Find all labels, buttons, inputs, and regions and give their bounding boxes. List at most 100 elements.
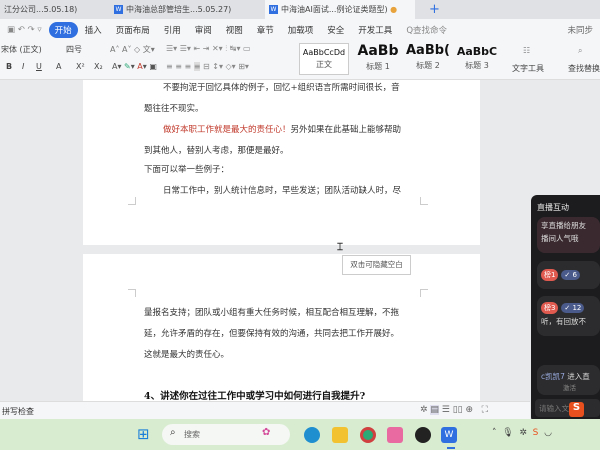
like-badge: ✓ 6 bbox=[561, 270, 580, 280]
italic-button[interactable]: I bbox=[22, 62, 24, 71]
wps-taskbar-icon[interactable]: W bbox=[441, 427, 457, 443]
sogou-ime-icon[interactable]: S bbox=[569, 402, 584, 417]
app-icon[interactable] bbox=[387, 427, 403, 443]
tab-doc-3[interactable]: W 中海油AI面试...例论证类题型) ● bbox=[265, 0, 415, 19]
user-name: c凯凯7 bbox=[541, 372, 565, 381]
style-heading-3[interactable]: AaBbC 标题 3 bbox=[453, 43, 501, 75]
live-title: 直播互动 bbox=[537, 203, 569, 212]
strikethrough-button[interactable]: A bbox=[56, 62, 61, 71]
margin-corner bbox=[420, 197, 428, 205]
wps-doc-icon: W bbox=[269, 5, 278, 14]
paragraph-line: 题往往不现实。 bbox=[144, 104, 204, 114]
style-label: 标题 3 bbox=[465, 61, 489, 70]
style-sample: AaBbCcDd bbox=[302, 48, 346, 57]
windows-start-icon[interactable]: ⊞ bbox=[137, 427, 150, 442]
paragraph-line: 不要拘泥于回忆具体的例子，回忆+组织语言所需时间很长，音 bbox=[163, 83, 400, 93]
highlighted-text: 做好本职工作就是最大的责任心！ bbox=[163, 125, 291, 135]
edge-browser-icon[interactable] bbox=[304, 427, 320, 443]
ribbon-toolbar: 宋体 (正文) 四号 A˄ A˅ ◇ 文▾ B I U A X² X₂ A▾ ✎… bbox=[0, 40, 600, 80]
color-tools-icons[interactable]: A▾ ✎▾ A▾ ▣ bbox=[112, 62, 157, 71]
search-icon: ⌕ bbox=[170, 427, 176, 438]
paragraph-line: 这就是最大的责任心。 bbox=[144, 350, 230, 360]
bold-button[interactable]: B bbox=[6, 62, 12, 71]
paragraph-line: 量报名支持；团队或小组有重大任务时候，相互配合相互理解，不拖 bbox=[144, 308, 400, 318]
browser-icon[interactable] bbox=[360, 427, 376, 443]
text: 另外如果在此基础上能够帮助 bbox=[290, 125, 402, 135]
menu-home[interactable]: 开始 bbox=[48, 21, 78, 38]
live-chat-input[interactable]: 请输入文 bbox=[535, 399, 600, 417]
align-tools-icons[interactable]: ≡ ≡ ≡ ≡ ⊟ ↕▾ ◇▾ ⊞▾ bbox=[166, 62, 249, 71]
activate-text: 激活 bbox=[563, 384, 576, 392]
live-message: 享直播给朋友 播间人气哦 bbox=[537, 217, 600, 253]
style-label: 正文 bbox=[316, 60, 332, 69]
subscript-button[interactable]: X₂ bbox=[94, 62, 103, 71]
font-name-select[interactable]: 宋体 (正文) bbox=[1, 44, 61, 55]
live-message: c凯凯7 进入直 激活 bbox=[537, 365, 600, 395]
question-heading: 4、讲述你在过往工作中或学习中如何进行自我提升? bbox=[144, 391, 366, 402]
rank-badge: 榜1 bbox=[541, 269, 559, 281]
new-tab-button[interactable]: + bbox=[425, 0, 440, 19]
style-sample: AaBb( bbox=[406, 43, 450, 58]
tab-label: 江分公司...5.05.18) bbox=[4, 5, 78, 14]
hide-whitespace-cursor-icon: ⌶ bbox=[337, 242, 343, 253]
active-app-indicator bbox=[447, 447, 455, 449]
menu-addins[interactable]: 加载项 bbox=[281, 24, 321, 36]
menu-review[interactable]: 审阅 bbox=[188, 24, 219, 36]
margin-corner bbox=[128, 197, 136, 205]
text-tools-icon: ☷ bbox=[523, 46, 531, 55]
view-mode-icons[interactable]: ✲ ▤ ☰ ▯▯ ⊕ ⛶ bbox=[420, 405, 488, 415]
font-size-select[interactable]: 四号 bbox=[66, 44, 96, 55]
document-page-1[interactable] bbox=[83, 80, 480, 245]
live-interaction-panel: 直播互动 享直播给朋友 播间人气哦 榜1 ✓ 6 榜3 ✓ 12 听，有回放不 … bbox=[531, 195, 600, 423]
rank-badge: 榜3 bbox=[541, 302, 559, 314]
search-command[interactable]: Q查找命令 bbox=[399, 24, 454, 36]
flower-decoration-icon: ✿ bbox=[262, 427, 271, 438]
style-normal[interactable]: AaBbCcDd 正文 bbox=[299, 43, 349, 75]
margin-corner bbox=[128, 289, 136, 297]
qq-icon[interactable] bbox=[415, 427, 431, 443]
margin-corner bbox=[420, 289, 428, 297]
menu-developer[interactable]: 开发工具 bbox=[351, 24, 399, 36]
sync-status[interactable]: 未同步 bbox=[560, 24, 600, 36]
search-placeholder: 搜索 bbox=[184, 430, 200, 439]
paragraph-line: 做好本职工作就是最大的责任心！另外如果在此基础上能够帮助 bbox=[163, 123, 401, 135]
tab-label: 中海油AI面试...例论证类题型) bbox=[281, 5, 388, 14]
tray-icons[interactable]: ˄ 🎙 ✲ S ◡ bbox=[492, 428, 552, 438]
paragraph-line: 日常工作中，别人统计信息时，早些发送；团队活动缺人时，尽 bbox=[163, 186, 402, 196]
menu-insert[interactable]: 插入 bbox=[78, 24, 109, 36]
paragraph-line: 到其他人，替别人考虑，那便是最好。 bbox=[144, 146, 289, 156]
spellcheck-button[interactable]: 拼写检查 bbox=[2, 406, 34, 417]
menu-chapter[interactable]: 章节 bbox=[250, 24, 281, 36]
tooltip: 双击可隐藏空白 bbox=[342, 255, 411, 275]
tab-label: 中海油总部管培生...5.05.27) bbox=[126, 5, 232, 14]
search-icon: ⌕ bbox=[578, 46, 583, 55]
style-label: 标题 1 bbox=[366, 62, 390, 71]
style-heading-1[interactable]: AaBb 标题 1 bbox=[354, 43, 402, 75]
text-tools-button[interactable]: 文字工具 bbox=[512, 63, 544, 74]
menu-layout[interactable]: 页面布局 bbox=[109, 24, 157, 36]
paragraph-line: 下面可以举一些例子： bbox=[144, 165, 230, 175]
style-label: 标题 2 bbox=[416, 61, 440, 70]
taskbar: ⊞ ⌕ 搜索 ✿ W ˄ 🎙 ✲ S ◡ bbox=[0, 419, 600, 450]
like-count: 12 bbox=[572, 304, 582, 312]
tab-bar: 江分公司...5.05.18) W 中海油总部管培生...5.05.27) W 中海… bbox=[0, 0, 600, 19]
find-replace-button[interactable]: 查找替换 bbox=[568, 63, 600, 74]
tab-doc-1[interactable]: 江分公司...5.05.18) bbox=[0, 0, 104, 19]
live-message: 榜3 ✓ 12 听，有回放不 bbox=[537, 296, 600, 336]
menu-view[interactable]: 视图 bbox=[219, 24, 250, 36]
style-heading-2[interactable]: AaBb( 标题 2 bbox=[404, 43, 452, 75]
superscript-button[interactable]: X² bbox=[76, 62, 85, 71]
menu-references[interactable]: 引用 bbox=[157, 24, 188, 36]
underline-button[interactable]: U bbox=[36, 62, 42, 71]
menu-bar: ▣ ↶ ↷ ▿ 开始 插入 页面布局 引用 审阅 视图 章节 加载项 安全 开发… bbox=[0, 19, 600, 40]
tab-doc-2[interactable]: W 中海油总部管培生...5.05.27) bbox=[110, 0, 260, 19]
like-badge: ✓ 12 bbox=[561, 303, 585, 313]
taskbar-search-box[interactable]: ⌕ 搜索 ✿ bbox=[162, 424, 290, 445]
quick-access-icons[interactable]: ▣ ↶ ↷ ▿ bbox=[0, 25, 49, 35]
style-sample: AaBb bbox=[357, 43, 399, 59]
list-tools-icons[interactable]: ☰▾ ☰▾ ⇤ ⇥ ✕▾ ⫶ ↹▾ ▭ bbox=[166, 44, 251, 54]
font-adjust-icons[interactable]: A˄ A˅ ◇ 文▾ bbox=[110, 44, 155, 55]
file-explorer-icon[interactable] bbox=[332, 427, 348, 443]
unsaved-dot-icon: ● bbox=[390, 5, 398, 14]
menu-security[interactable]: 安全 bbox=[320, 24, 351, 36]
